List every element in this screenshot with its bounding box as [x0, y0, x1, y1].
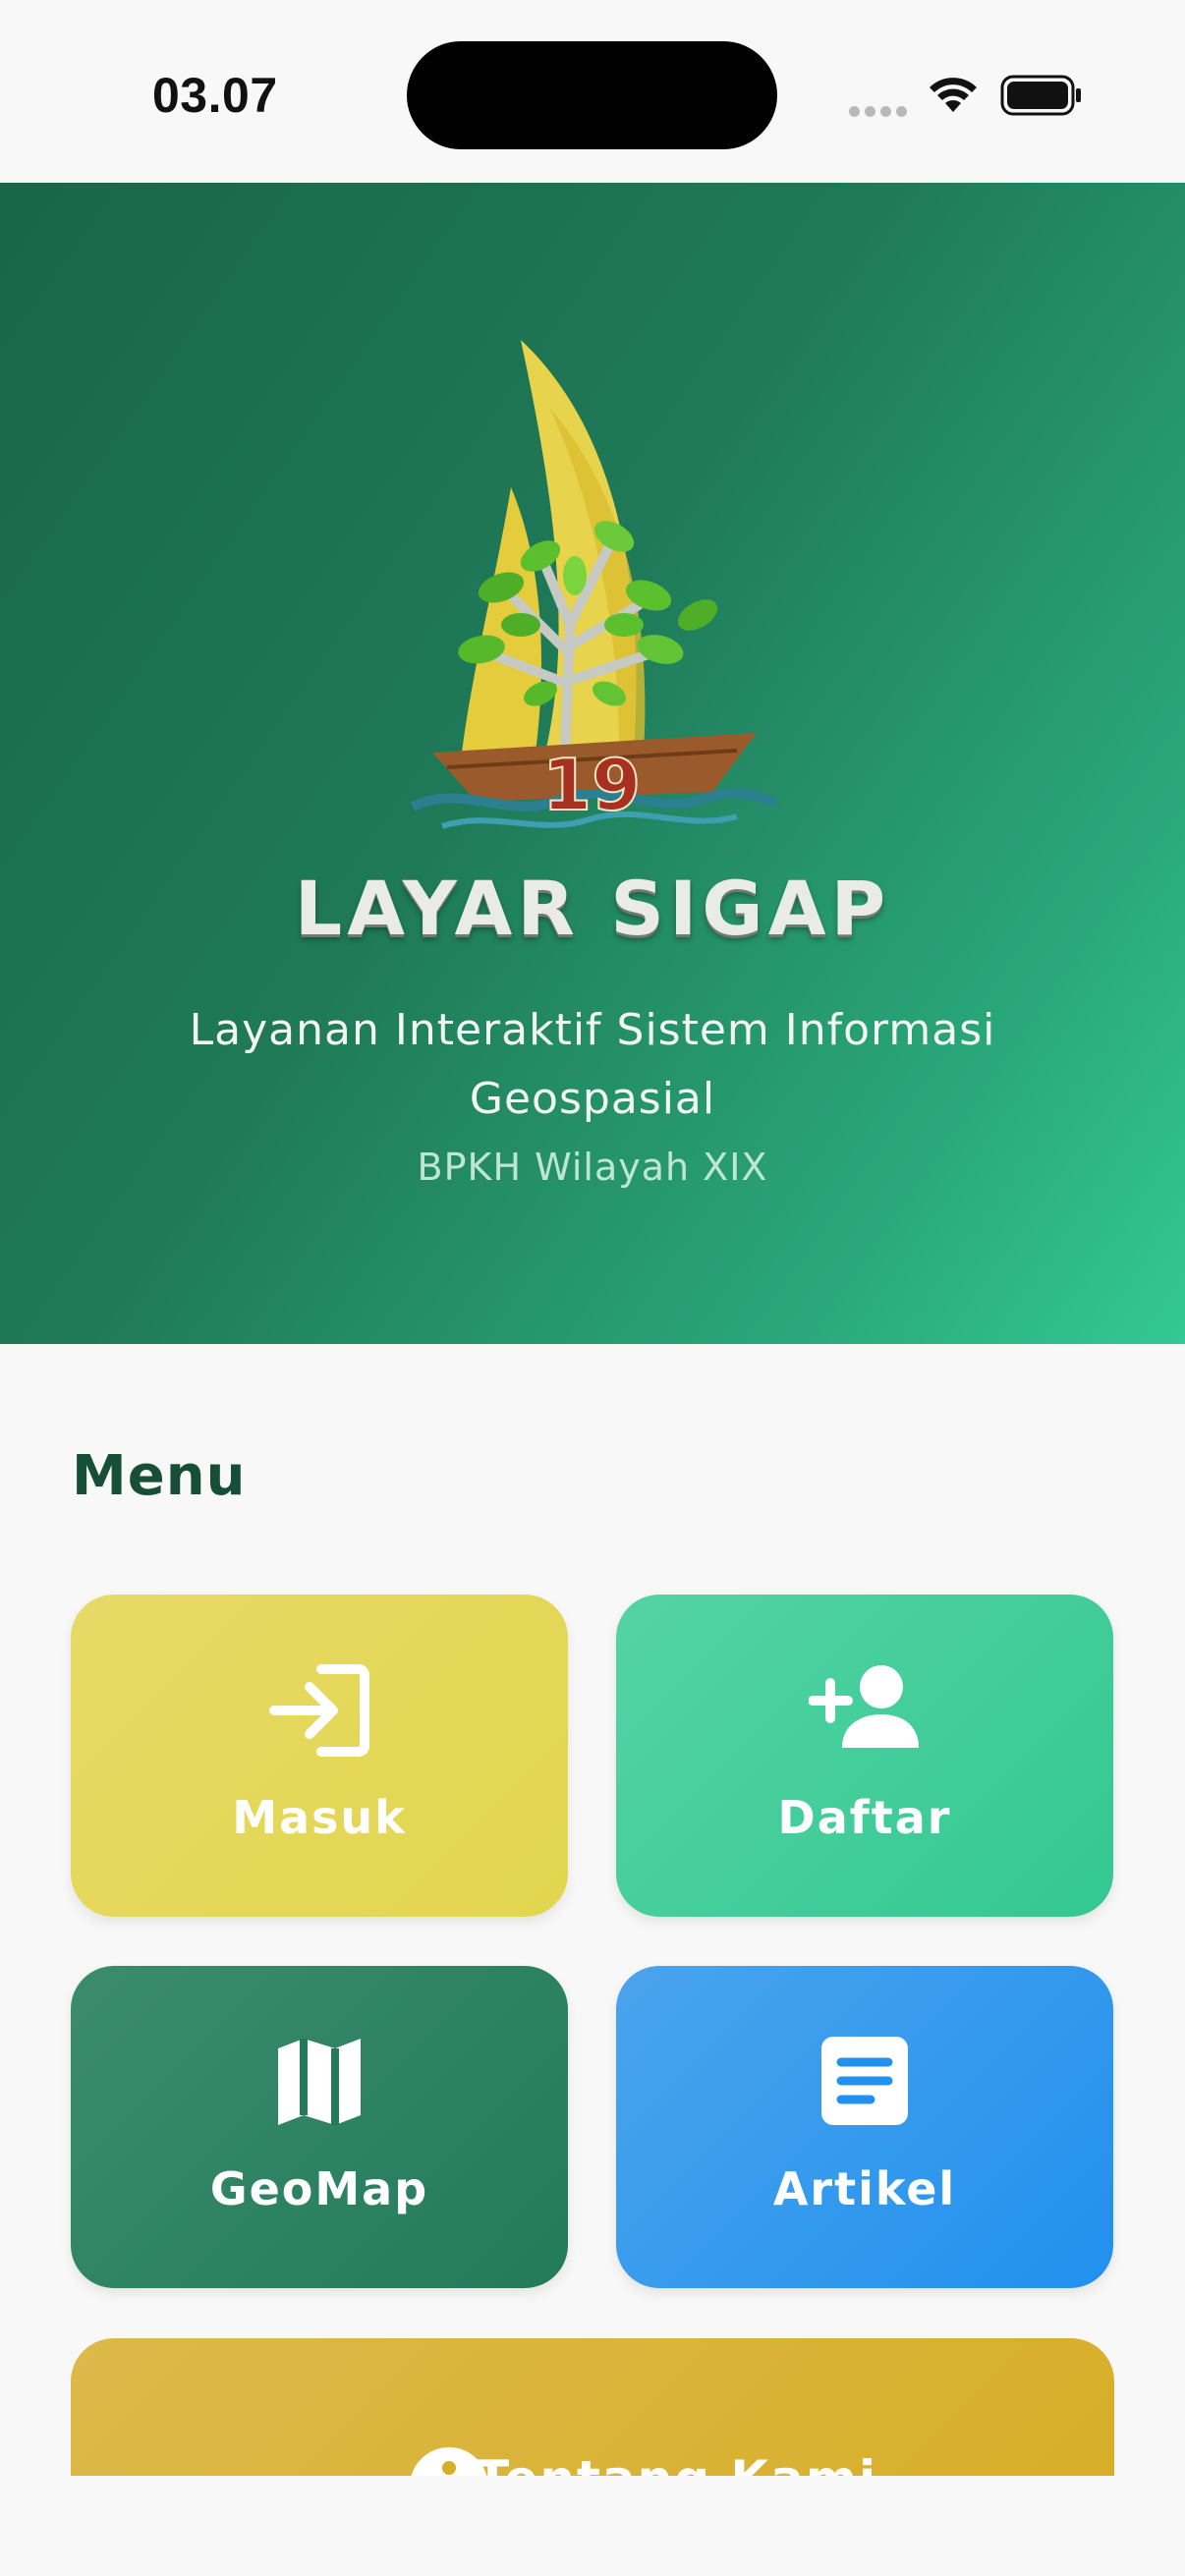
about-us-button[interactable]: Tentang Kami — [71, 2338, 1114, 2476]
register-button[interactable]: Daftar — [616, 1595, 1113, 1917]
status-time: 03.07 — [152, 68, 278, 123]
geomap-button[interactable]: GeoMap — [71, 1966, 568, 2288]
article-button[interactable]: Artikel — [616, 1966, 1113, 2288]
article-label: Artikel — [772, 2162, 957, 2215]
svg-text:19: 19 — [542, 744, 641, 826]
about-card-viewport: Tentang Kami — [0, 2336, 1185, 2476]
login-button[interactable]: Masuk — [71, 1595, 568, 1917]
person-add-icon — [616, 1663, 1113, 1762]
app-tagline: Layanan Interaktif Sistem Informasi Geos… — [189, 1005, 996, 1124]
geomap-label: GeoMap — [209, 2162, 429, 2215]
register-label: Daftar — [777, 1791, 952, 1844]
battery-icon — [1000, 75, 1083, 120]
app-title: LAYAR SIGAP — [294, 865, 891, 952]
about-us-label: Tentang Kami — [476, 2450, 877, 2476]
wifi-icon — [928, 75, 979, 118]
article-icon — [616, 2035, 1113, 2133]
dynamic-island — [407, 41, 777, 149]
hero-banner: 19 LAYAR SIGAP Layanan Interaktif Sistem… — [0, 183, 1185, 1344]
login-label: Masuk — [232, 1791, 407, 1844]
login-icon — [71, 1663, 568, 1762]
status-bar: 03.07 — [0, 0, 1185, 183]
menu-heading: Menu — [72, 1444, 247, 1508]
map-icon — [71, 2035, 568, 2133]
organization-name: BPKH Wilayah XIX — [417, 1146, 768, 1189]
cellular-signal-icon — [849, 102, 912, 121]
